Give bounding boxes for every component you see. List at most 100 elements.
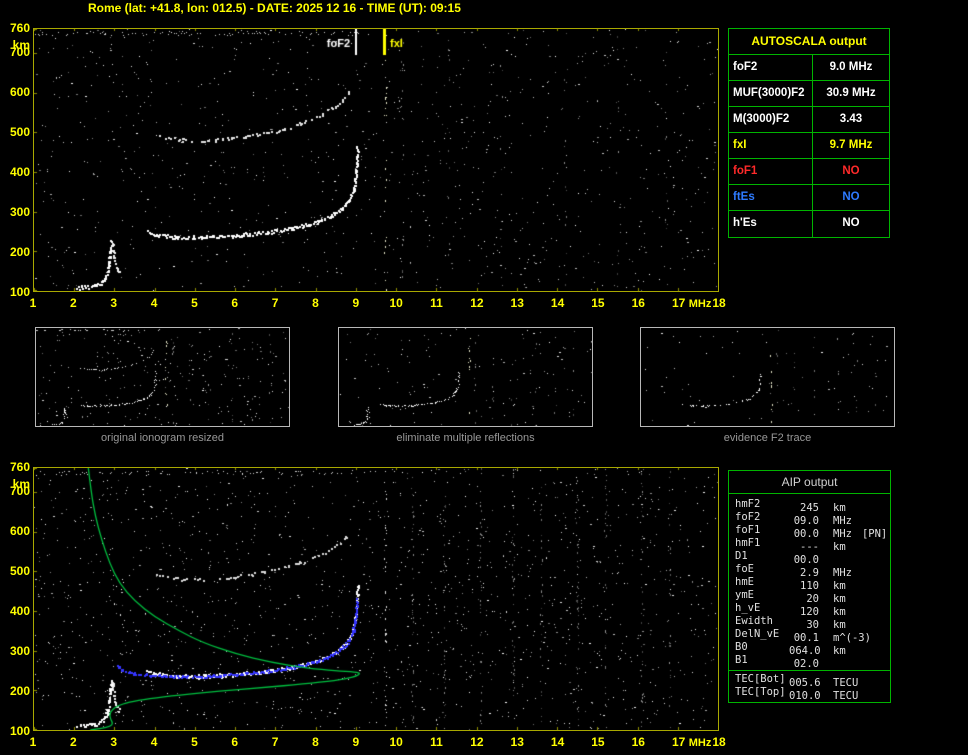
x-axis-unit-label: MHz	[688, 737, 712, 749]
profile-ionogram-panel	[33, 467, 719, 731]
x-tick-label: 9	[352, 296, 360, 310]
aip-param-label: B0	[735, 641, 748, 653]
autoscala-row: MUF(3000)F2 30.9 MHz	[729, 81, 889, 107]
aip-row: foF1 00.0 MHz [PN]	[735, 524, 890, 540]
aip-param-label: TEC[Top]	[735, 686, 786, 698]
thumbnail-caption: original ionogram resized	[101, 432, 224, 444]
profile-ionogram-canvas	[34, 468, 718, 730]
thumbnail-canvas	[339, 328, 592, 426]
aip-param-label: h_vE	[735, 602, 761, 614]
autoscala-table-title: AUTOSCALA output	[729, 29, 889, 55]
aip-param-label: DelN_vE	[735, 628, 780, 640]
aip-row: foE 2.9 MHz	[735, 563, 890, 579]
aip-param-value: 010.0	[789, 690, 821, 702]
aip-param-label: hmF2	[735, 498, 761, 510]
autoscala-param-value: 3.43	[839, 113, 863, 125]
aip-param-label: D1	[735, 550, 748, 562]
thumbnail-canvas	[641, 328, 894, 426]
thumbnail-panel	[640, 327, 895, 427]
x-tick-label: 10	[389, 735, 403, 749]
x-tick-label: 13	[510, 296, 524, 310]
scaled-ionogram-panel	[33, 28, 719, 292]
x-tick-label: 15	[591, 296, 605, 310]
aip-row: hmF2 245 km	[735, 498, 890, 514]
thumbnail-caption: eliminate multiple reflections	[396, 432, 535, 444]
x-tick-label: 8	[312, 735, 319, 749]
x-tick-label: 7	[271, 735, 279, 749]
scaled-ionogram-canvas	[34, 29, 718, 291]
thumbnail-canvas	[36, 328, 289, 426]
x-tick-label: 16	[631, 735, 645, 749]
x-tick-label: 10	[389, 296, 403, 310]
aip-row: Ewidth 30 km	[735, 615, 890, 631]
autoscala-param-value: 30.9 MHz	[826, 87, 876, 99]
aip-param-label: hmE	[735, 576, 754, 588]
autoscala-row: fxI 9.7 MHz	[729, 133, 889, 159]
y-tick-label: 500	[9, 564, 30, 578]
x-tick-label: 1	[29, 735, 37, 749]
y-tick-label: 200	[9, 245, 30, 259]
aip-param-label: foF1	[735, 524, 761, 536]
x-tick-label: 7	[271, 296, 279, 310]
aip-row: foF2 09.0 MHz	[735, 511, 890, 527]
x-tick-label: 14	[550, 296, 565, 310]
autoscala-param-label: M(3000)F2	[729, 107, 813, 132]
autoscala-row: foF2 9.0 MHz	[729, 55, 889, 81]
x-tick-label: 6	[231, 296, 239, 310]
autoscala-param-label: MUF(3000)F2	[729, 81, 813, 106]
y-tick-label: 600	[9, 524, 30, 538]
aip-row: hmE 110 km	[735, 576, 890, 592]
thumbnail-panel	[338, 327, 593, 427]
autoscala-param-value: NO	[842, 165, 860, 177]
x-tick-label: 2	[70, 735, 77, 749]
aip-row: TEC[Top] 010.0 TECU	[735, 686, 890, 702]
autoscala-output-table: AUTOSCALA output foF2 9.0 MHz MUF(3000)F2 3…	[728, 28, 890, 238]
autoscala-param-label: foF1	[729, 159, 813, 184]
y-tick-label: 400	[9, 604, 30, 618]
aip-row: TEC[Bot] 005.6 TECU	[735, 673, 890, 689]
x-tick-label: 3	[110, 735, 118, 749]
x-tick-label: 1	[29, 296, 37, 310]
x-tick-label: 11	[430, 735, 443, 749]
aip-table-title: AIP output	[729, 471, 890, 494]
x-axis-unit-label: MHz	[688, 298, 712, 310]
aip-param-label: ymE	[735, 589, 754, 601]
aip-row: h_vE 120 km	[735, 602, 890, 618]
autoscala-param-value: 9.7 MHz	[829, 139, 873, 151]
x-tick-label: 5	[191, 296, 198, 310]
y-tick-label: 200	[9, 684, 30, 698]
x-tick-label: 4	[150, 735, 158, 749]
x-tick-label: 9	[352, 735, 360, 749]
aip-param-label: foF2	[735, 511, 761, 523]
x-tick-label: 2	[70, 296, 77, 310]
x-tick-label: 5	[191, 735, 198, 749]
autoscala-screen: Rome (lat: +41.8, lon: 012.5) - DATE: 20…	[0, 0, 968, 755]
y-tick-label: 760	[9, 460, 30, 474]
autoscala-param-value: NO	[842, 217, 860, 229]
y-tick-label: 300	[9, 644, 30, 658]
autoscala-row: M(3000)F2 3.43	[729, 107, 889, 133]
x-tick-label: 15	[591, 735, 605, 749]
aip-row: D1 00.0	[735, 550, 890, 566]
aip-param-value: 02.0	[793, 658, 819, 670]
x-tick-label: 12	[470, 735, 484, 749]
y-tick-label: 600	[9, 85, 30, 99]
aip-tec-rows: TEC[Bot] 005.6 TECU TEC[Top] 010.0 TECU	[729, 671, 890, 702]
x-tick-label: 8	[312, 296, 319, 310]
y-tick-label: 760	[9, 21, 30, 35]
autoscala-table-rows: foF2 9.0 MHz MUF(3000)F2 30.9 MHz M(3000)F2 3…	[729, 55, 889, 237]
autoscala-param-label: h'Es	[729, 211, 813, 237]
aip-param-note: [PN]	[861, 528, 888, 540]
y-tick-label: 400	[9, 165, 30, 179]
x-tick-label: 14	[550, 735, 565, 749]
y-axis-unit-label: km	[12, 477, 30, 491]
aip-param-label: foE	[735, 563, 754, 575]
station-date-time-header: Rome (lat: +41.8, lon: 012.5) - DATE: 20…	[88, 1, 461, 15]
x-tick-label: 4	[150, 296, 158, 310]
autoscala-row: ftEs NO	[729, 185, 889, 211]
y-tick-label: 500	[9, 125, 30, 139]
autoscala-param-label: ftEs	[729, 185, 813, 210]
x-tick-label: 6	[231, 735, 239, 749]
thumbnail-caption: evidence F2 trace	[723, 432, 812, 444]
thumbnail-panel	[35, 327, 290, 427]
